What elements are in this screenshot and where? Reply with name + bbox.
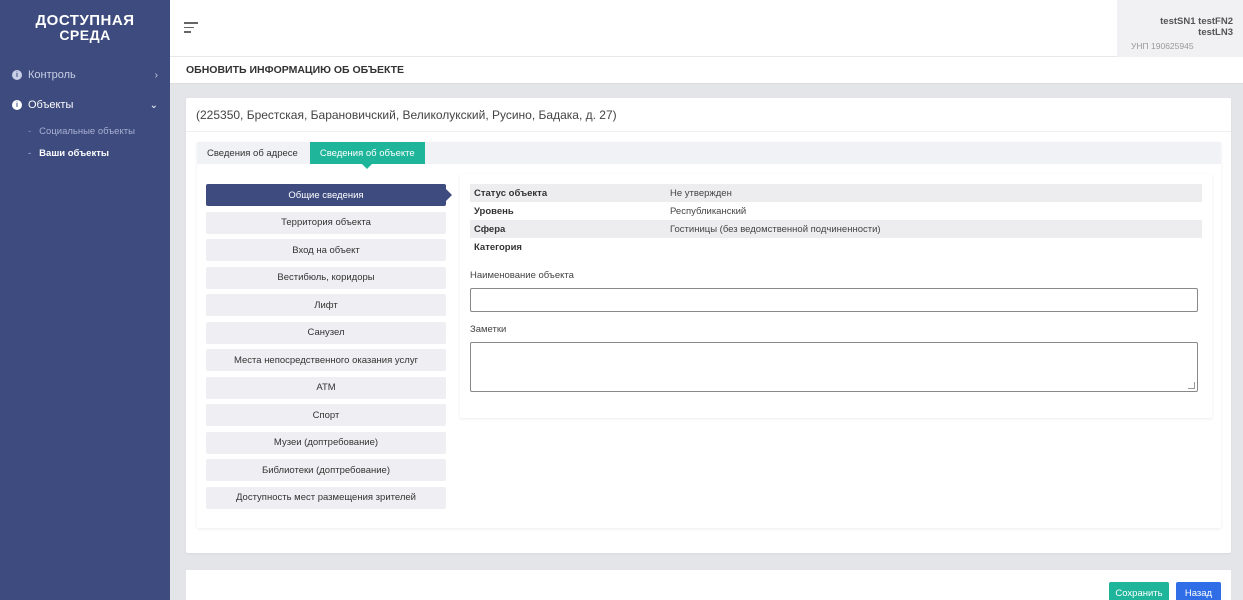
object-details-card: Сведения об адресе Сведения об объекте О… <box>197 142 1221 528</box>
logo-line1: ДОСТУПНАЯ <box>35 12 135 29</box>
footer-bar <box>186 570 1231 600</box>
chevron-right-icon: › <box>154 69 158 81</box>
info-value: Республиканский <box>670 205 747 217</box>
section-entrance[interactable]: Вход на объект <box>206 239 446 261</box>
section-sport[interactable]: Спорт <box>206 404 446 426</box>
object-card: (225350, Брестская, Барановичский, Велик… <box>186 98 1231 553</box>
object-name-label: Наименование объекта <box>470 270 574 281</box>
top-bar: testSN1 testFN2 testLN3 УНП 190625945 <box>170 0 1243 57</box>
info-row-status: Статус объекта Не утвержден <box>470 184 1202 202</box>
back-button[interactable]: Назад <box>1176 582 1221 600</box>
sidebar-item-label: Контроль <box>28 69 76 81</box>
logo-line2: СРЕДА <box>59 27 111 43</box>
circle-info-icon: i <box>12 70 22 80</box>
notes-label: Заметки <box>470 324 507 335</box>
info-row-category: Категория <box>470 238 1202 256</box>
save-button[interactable]: Сохранить <box>1109 582 1169 600</box>
section-museums[interactable]: Музеи (доптребование) <box>206 431 446 454</box>
app-logo[interactable]: ДОСТУПНАЯ СРЕДА <box>0 0 170 56</box>
section-general[interactable]: Общие сведения <box>206 184 452 206</box>
section-atm[interactable]: АТМ <box>206 376 446 399</box>
general-info-panel: Статус объекта Не утвержден Уровень Респ… <box>460 174 1212 418</box>
section-territory[interactable]: Территория объекта <box>206 211 446 234</box>
user-menu[interactable]: testSN1 testFN2 testLN3 УНП 190625945 <box>1117 0 1243 57</box>
sidebar-subitem-label: Ваши объекты <box>39 147 109 159</box>
tab-object-info[interactable]: Сведения об объекте <box>309 142 425 169</box>
page-title: ОБНОВИТЬ ИНФОРМАЦИЮ ОБ ОБЪЕКТЕ <box>170 57 1243 84</box>
notes-textarea[interactable] <box>470 342 1198 392</box>
object-address: (225350, Брестская, Барановичский, Велик… <box>186 98 1231 132</box>
section-service-places[interactable]: Места непосредственного оказания услуг <box>206 349 446 371</box>
sidebar: ДОСТУПНАЯ СРЕДА i Контроль › i Объекты ⌄… <box>0 0 170 600</box>
hamburger-menu-icon[interactable] <box>184 22 198 36</box>
sidebar-item-control[interactable]: i Контроль › <box>0 60 170 90</box>
info-key: Сфера <box>474 223 506 235</box>
user-name: testSN1 testFN2 testLN3 <box>1160 16 1233 38</box>
info-key: Уровень <box>474 205 514 217</box>
info-value: Гостиницы (без ведомственной подчиненнос… <box>670 223 881 235</box>
tab-address-info[interactable]: Сведения об адресе <box>207 142 304 164</box>
section-lobby[interactable]: Вестибюль, коридоры <box>206 266 446 289</box>
sidebar-subitem-social-objects[interactable]: - Социальные объекты <box>0 120 170 142</box>
chevron-down-icon: ⌄ <box>149 99 158 111</box>
section-spectator-seats[interactable]: Доступность мест размещения зрителей <box>206 486 446 509</box>
sidebar-item-objects[interactable]: i Объекты ⌄ <box>0 90 170 120</box>
section-restroom[interactable]: Санузел <box>206 321 446 344</box>
info-key: Статус объекта <box>474 187 548 199</box>
info-value: Не утвержден <box>670 187 732 199</box>
circle-info-icon: i <box>12 100 22 110</box>
section-libraries[interactable]: Библиотеки (доптребование) <box>206 459 446 481</box>
info-list: Статус объекта Не утвержден Уровень Респ… <box>470 184 1202 256</box>
sidebar-item-label: Объекты <box>28 99 74 111</box>
tab-content: Общие сведения Территория объекта Вход н… <box>197 174 1221 524</box>
info-key: Категория <box>474 241 522 253</box>
info-row-level: Уровень Республиканский <box>470 202 1202 220</box>
tab-bar: Сведения об адресе Сведения об объекте <box>197 142 1221 169</box>
section-menu: Общие сведения Территория объекта Вход н… <box>206 184 452 514</box>
section-elevator[interactable]: Лифт <box>206 294 446 316</box>
info-row-sphere: Сфера Гостиницы (без ведомственной подчи… <box>470 220 1202 238</box>
sidebar-subitem-label: Социальные объекты <box>39 125 135 137</box>
sidebar-subitem-your-objects[interactable]: - Ваши объекты <box>0 142 170 164</box>
user-unp: УНП 190625945 <box>1131 41 1194 51</box>
object-name-input[interactable] <box>470 288 1198 312</box>
